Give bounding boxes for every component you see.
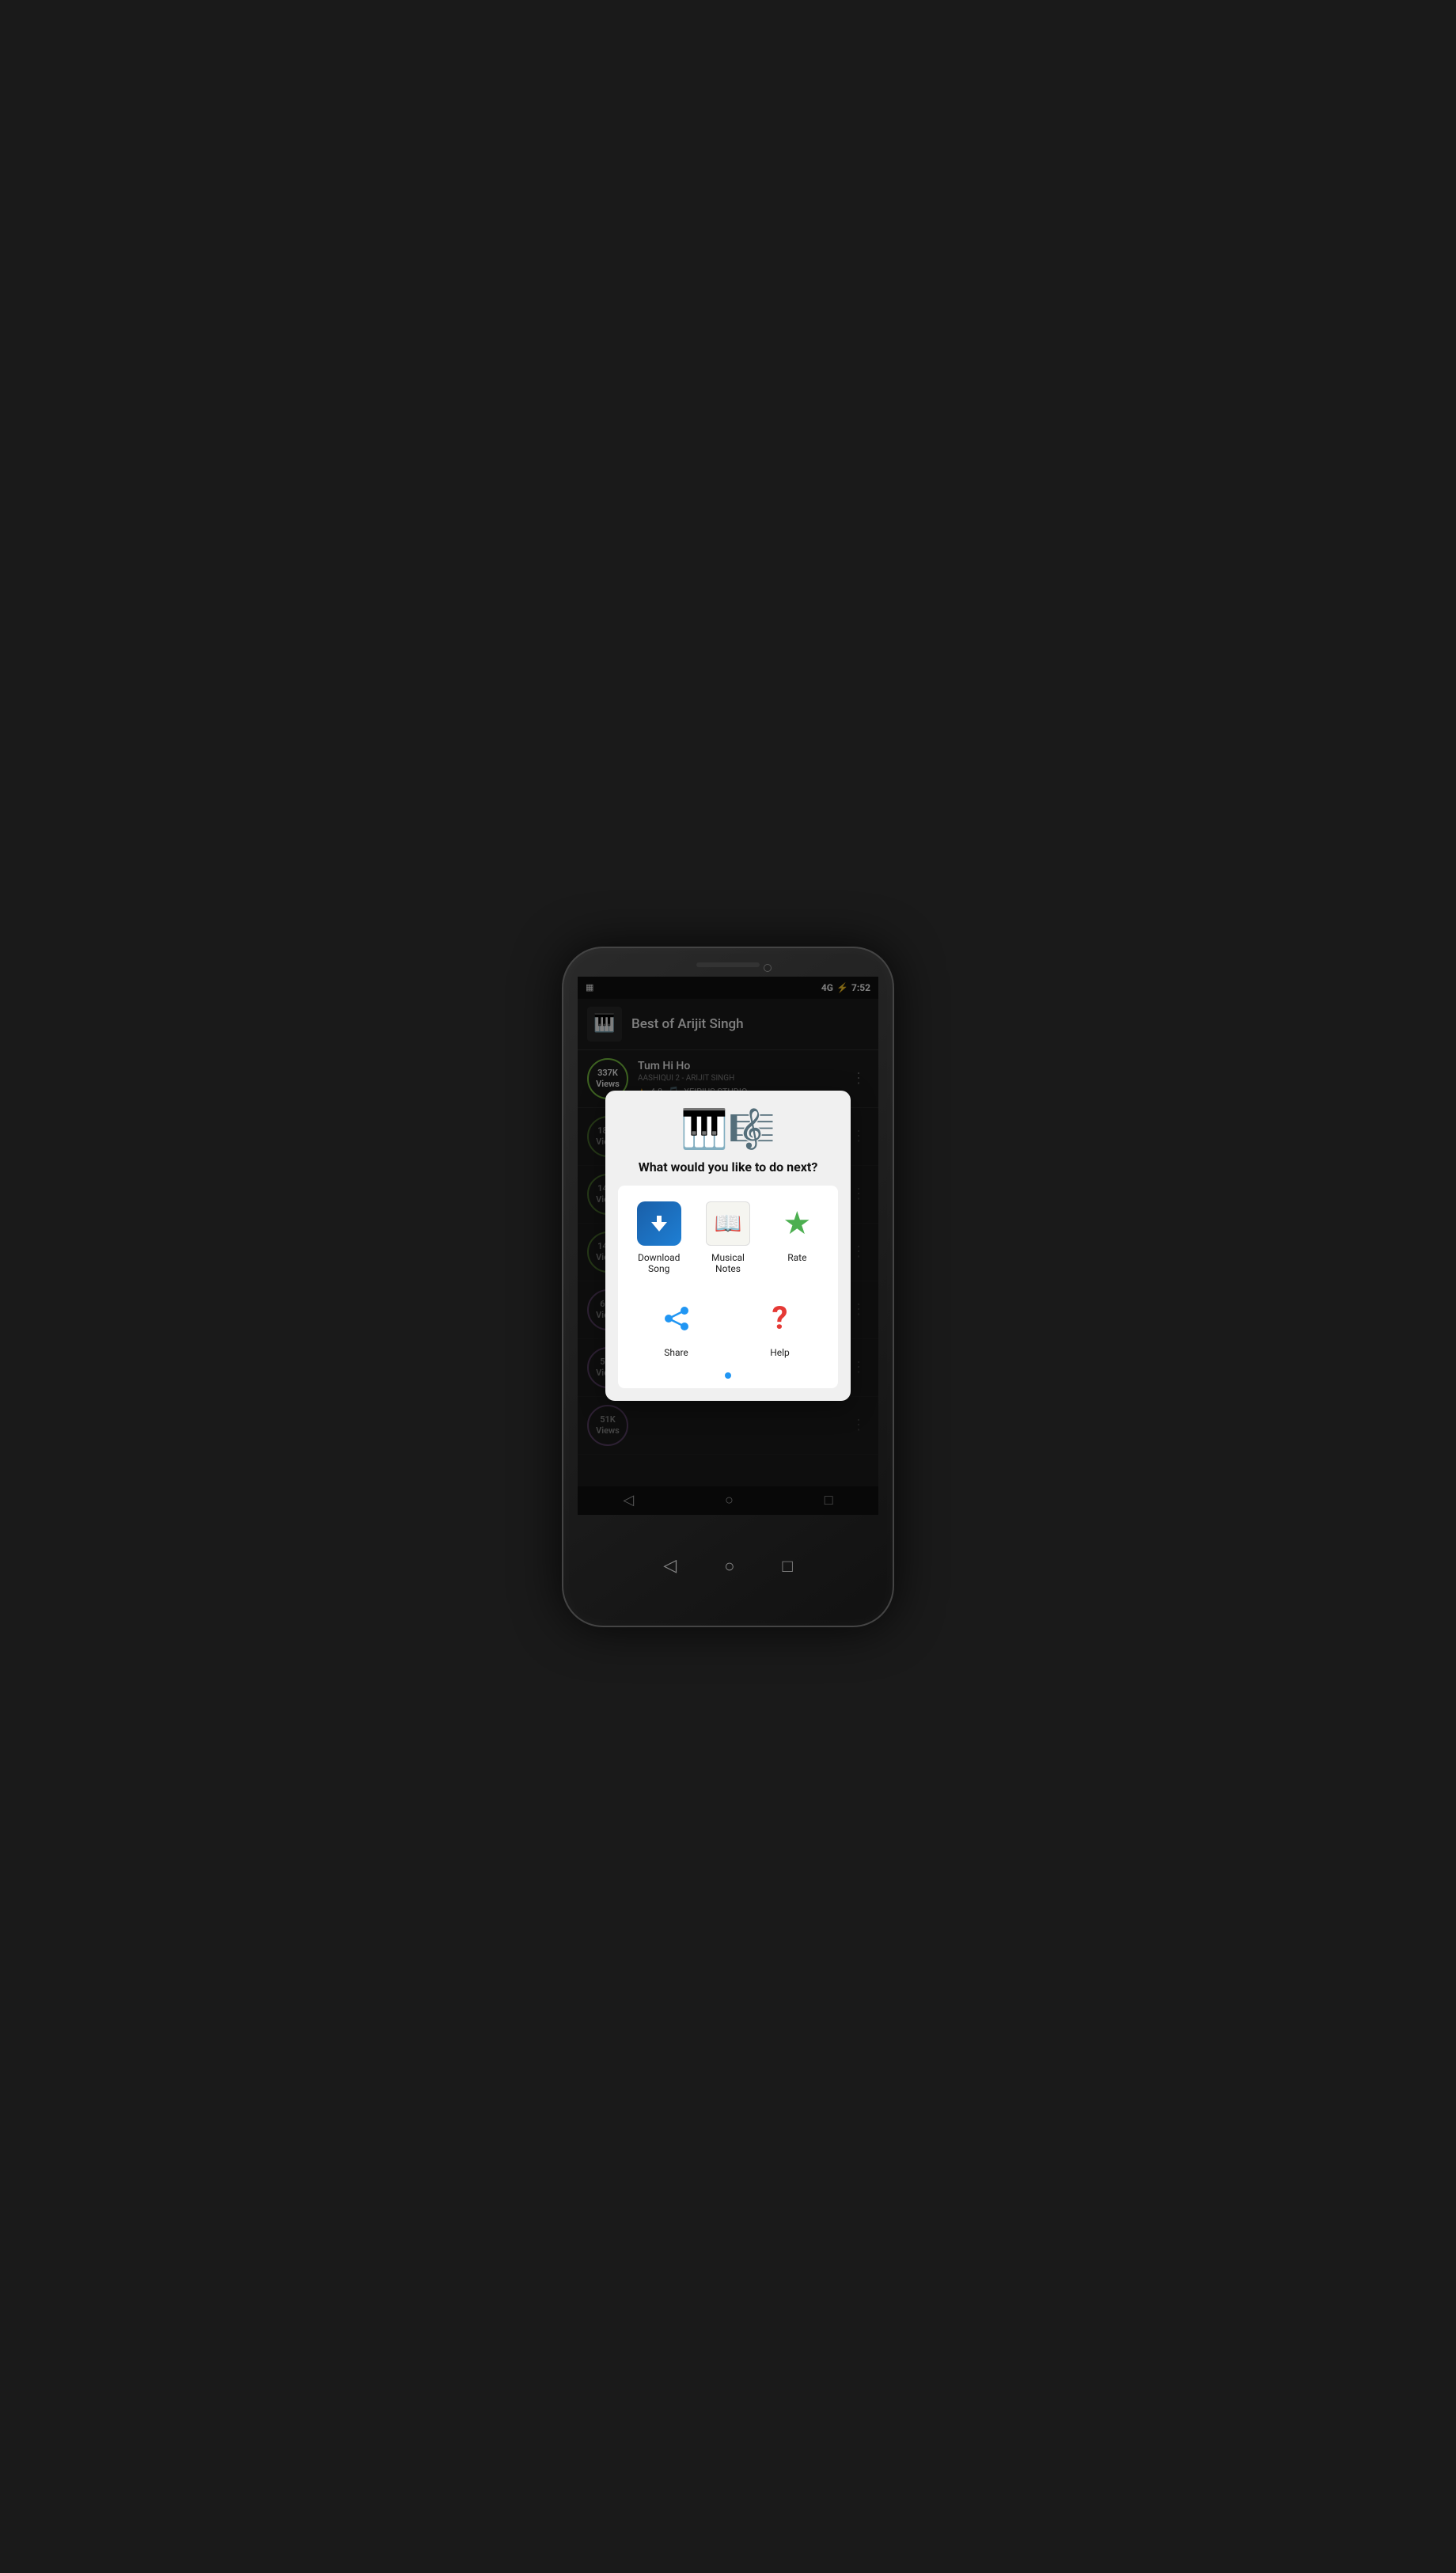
help-icon: ? [758, 1296, 802, 1341]
share-button[interactable]: Share [628, 1290, 725, 1364]
hardware-recents[interactable]: □ [782, 1556, 792, 1577]
phone-hardware-nav: ◁ ○ □ [663, 1515, 793, 1626]
dialog-overlay[interactable]: 🎹🎼 What would you like to do next? [578, 977, 878, 1515]
phone-speaker [696, 962, 760, 967]
action-dialog: 🎹🎼 What would you like to do next? [605, 1091, 851, 1401]
download-label: Download Song [631, 1252, 687, 1274]
phone-screen: ▦ 4G ⚡ 7:52 🎹 Best of Arijit Singh 337K … [578, 977, 878, 1515]
phone-camera [764, 964, 772, 972]
dialog-title: What would you like to do next? [639, 1159, 818, 1175]
dialog-row-2: Share ? Help [628, 1290, 828, 1364]
hardware-home[interactable]: ○ [724, 1556, 734, 1577]
dialog-mascot: 🎹🎼 [681, 1106, 775, 1152]
phone-device: ▦ 4G ⚡ 7:52 🎹 Best of Arijit Singh 337K … [562, 947, 894, 1627]
rate-icon: ★ [775, 1201, 819, 1246]
download-song-button[interactable]: Download Song [628, 1195, 690, 1281]
help-button[interactable]: ? Help [731, 1290, 828, 1364]
dialog-row-1: Download Song 📖 Musical Notes ★ [628, 1195, 828, 1281]
musical-notes-button[interactable]: 📖 Musical Notes [696, 1195, 759, 1281]
musical-notes-icon: 📖 [706, 1201, 750, 1246]
rate-button[interactable]: ★ Rate [766, 1195, 828, 1281]
share-icon [654, 1296, 699, 1341]
page-dot-indicator [725, 1372, 731, 1379]
musical-notes-label: Musical Notes [700, 1252, 756, 1274]
dialog-grid-container: Download Song 📖 Musical Notes ★ [618, 1186, 838, 1388]
share-label: Share [664, 1347, 688, 1358]
hardware-back[interactable]: ◁ [663, 1556, 677, 1576]
rate-label: Rate [787, 1252, 806, 1263]
help-label: Help [770, 1347, 790, 1358]
download-icon [637, 1201, 681, 1246]
